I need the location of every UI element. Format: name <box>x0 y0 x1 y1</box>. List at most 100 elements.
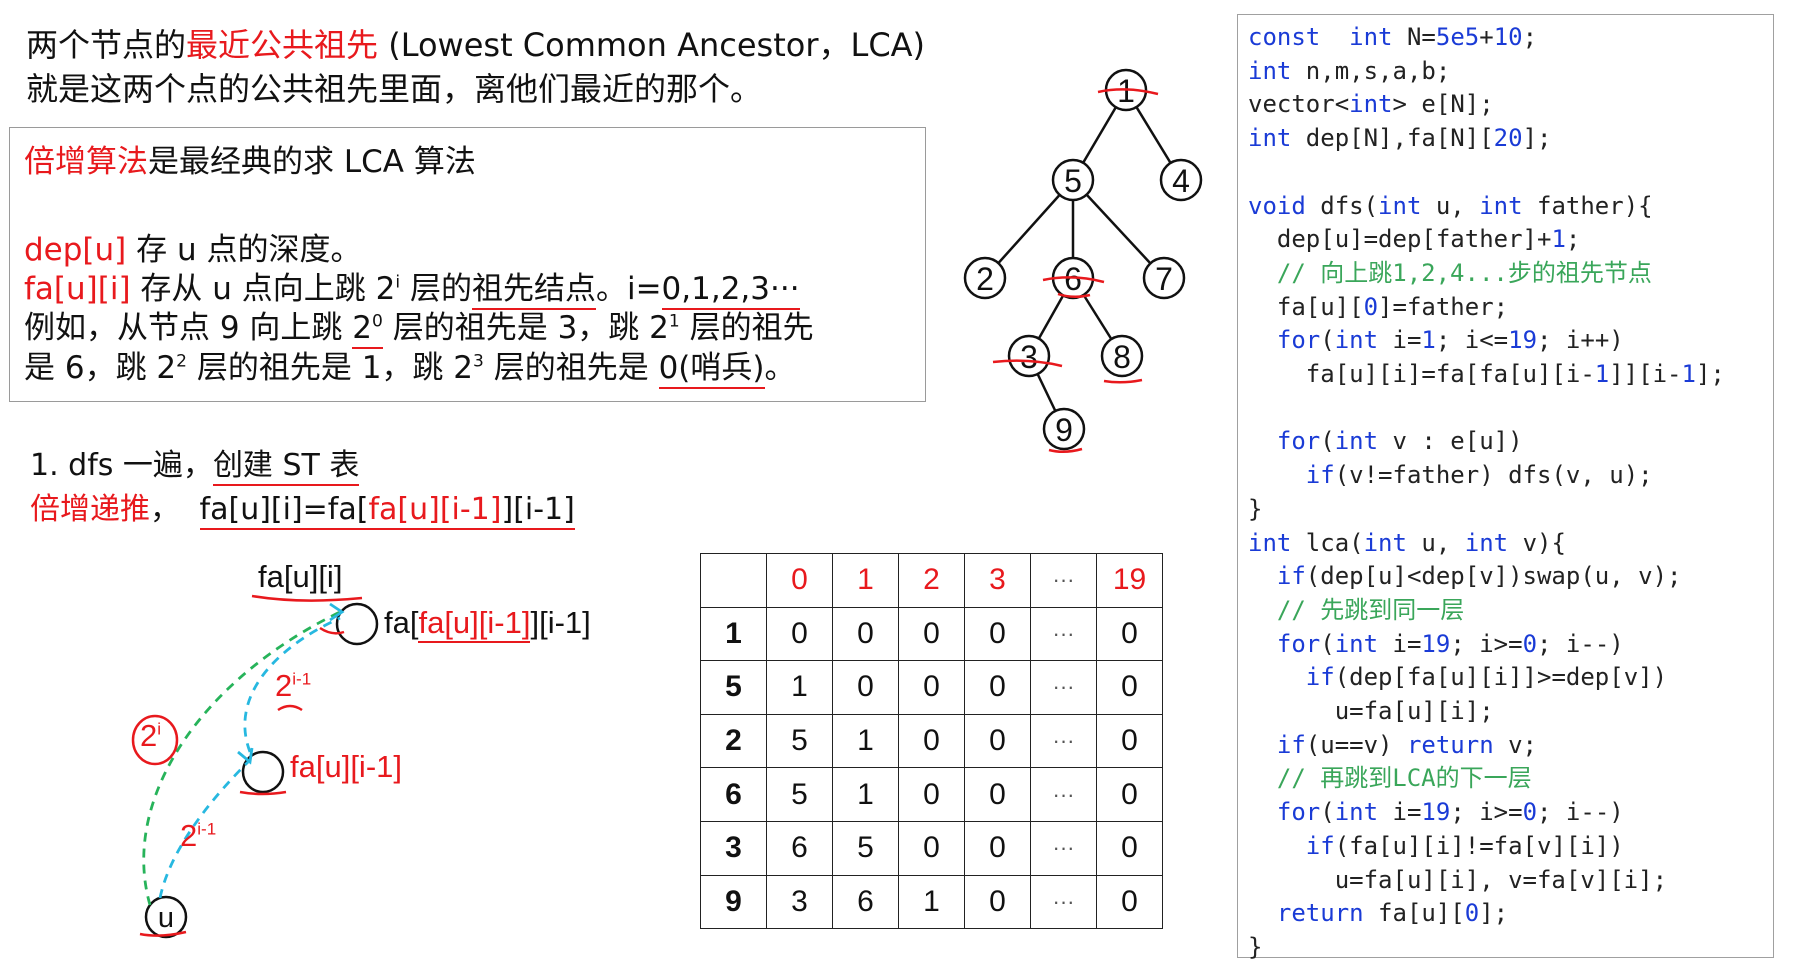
code-line: u=fa[u][i], v=fa[v][i]; <box>1248 864 1773 898</box>
table-row: 2 5 1 0 0 ··· 0 <box>700 713 1163 769</box>
code-token: 19 <box>1421 629 1451 658</box>
code-token: int <box>1334 798 1379 827</box>
code-token: u=fa[u][i]; <box>1248 697 1494 726</box>
code-token: i= <box>1378 629 1422 658</box>
code-token: (dep[u]<dep[v])swap(u, v); <box>1305 562 1682 591</box>
st-table-cell: 0 <box>1096 606 1163 662</box>
mark-mid-label <box>277 704 303 712</box>
st-table-cell: ··· <box>1030 606 1097 662</box>
code-token: v : e[u]) <box>1378 427 1523 456</box>
tree-label-9: 9 <box>1055 412 1073 448</box>
code-token: for <box>1248 427 1321 456</box>
st-table-cell: 0 <box>964 660 1031 715</box>
code-line: vector<int> e[N]; <box>1248 88 1773 122</box>
code-token: ; <box>1565 225 1581 254</box>
code-token: void <box>1248 191 1306 220</box>
code-token: n,m,s,a,b; <box>1291 56 1451 85</box>
tree-label-5: 5 <box>1064 163 1082 199</box>
code-token: dep[u]=dep[father]+ <box>1248 225 1552 254</box>
code-token: if <box>1248 663 1335 692</box>
code-token: ; i--) <box>1537 798 1624 827</box>
code-line: const int N=5e5+10; <box>1248 21 1773 55</box>
code-token: ]][i- <box>1609 360 1682 389</box>
code-token: v; <box>1493 730 1538 759</box>
pow-2i-sup: i <box>157 719 162 739</box>
st-table-cell: 0 <box>898 606 965 662</box>
code-line: int dep[N],fa[N][20]; <box>1248 122 1773 156</box>
code-token: ; i>= <box>1450 629 1523 658</box>
code-line: for(int v : e[u]) <box>1248 425 1773 459</box>
tree-label-3: 3 <box>1020 339 1038 375</box>
code-token: ]; <box>1479 899 1509 928</box>
code-token: if <box>1248 562 1306 591</box>
code-token: } <box>1248 494 1263 523</box>
st-table-cell: 0 <box>1096 874 1163 930</box>
code-token: 1 <box>1681 360 1696 389</box>
code-line: if(dep[u]<dep[v])swap(u, v); <box>1248 560 1773 594</box>
st-table-cell: 3 <box>766 874 833 930</box>
fa-fa-label-a: fa[ <box>384 605 419 640</box>
code-token: v){ <box>1508 528 1566 557</box>
code-token: (v!=father) dfs(v, u); <box>1334 461 1653 490</box>
code-token: } <box>1248 932 1263 961</box>
code-token: > e[N]; <box>1392 90 1494 119</box>
code-token: 0 <box>1522 798 1538 827</box>
code-token: vector< <box>1248 90 1350 119</box>
code-token: for <box>1248 798 1321 827</box>
st-table-cell: 0 <box>964 606 1031 662</box>
code-token: fa[u][i]=fa[fa[u][i- <box>1248 360 1595 389</box>
st-table-cell: 1 <box>898 874 965 930</box>
st-table-cell: ··· <box>1030 820 1097 876</box>
st-table-cell: 1 <box>832 767 899 822</box>
code-line: int lca(int u, int v){ <box>1248 527 1773 561</box>
code-line: for(int i=19; i>=0; i--) <box>1248 796 1773 830</box>
code-token: fa[u][ <box>1248 292 1364 321</box>
st-table-header-cell: 2 <box>898 553 965 608</box>
code-token: (dep[fa[u][i]]>=dep[v]) <box>1334 663 1668 692</box>
code-line: // 再跳到LCA的下一层 <box>1248 762 1773 796</box>
pow-2i1-upper-sup: i-1 <box>292 669 312 689</box>
fa-u-i-1-label: fa[u][i-1] <box>290 749 402 784</box>
st-table-cell: 0 <box>964 820 1031 876</box>
code-line: if(u==v) return v; <box>1248 729 1773 763</box>
pow-2i1-upper-base: 2 <box>275 668 293 703</box>
st-table-cell: 0 <box>1096 820 1163 876</box>
code-panel: const int N=5e5+10; int n,m,s,a,b; vector<… <box>1237 14 1774 961</box>
st-table-cell: 5 <box>832 820 899 876</box>
code-token: // 向上跳1,2,4...步的祖先节点 <box>1248 258 1652 287</box>
tree-label-8: 8 <box>1113 339 1131 375</box>
code-line: fa[u][0]=father; <box>1248 291 1773 325</box>
code-token: 20 <box>1493 124 1523 153</box>
table-row: 1 0 0 0 0 ··· 0 <box>700 606 1163 662</box>
code-line: // 向上跳1,2,4...步的祖先节点 <box>1248 257 1773 291</box>
st-table-cell: 0 <box>964 874 1031 930</box>
code-token: int <box>1334 629 1379 658</box>
table-row: 9 3 6 1 0 ··· 0 <box>700 874 1163 930</box>
pow-2i1-lower-sup: i-1 <box>197 819 217 839</box>
code-token: i= <box>1378 798 1422 827</box>
st-table-row-key: 9 <box>700 874 767 930</box>
code-token: int <box>1349 23 1393 51</box>
st-table-cell: 0 <box>898 767 965 822</box>
code-token: int <box>1464 528 1509 557</box>
st-table-cell: ··· <box>1030 713 1097 769</box>
code-token: ( <box>1320 629 1335 658</box>
st-table-header-cell: 0 <box>766 553 833 608</box>
code-token: 1 <box>1594 360 1610 389</box>
st-table-cell: 0 <box>898 713 965 769</box>
code-token: (fa[u][i]!=fa[v][i]) <box>1334 831 1624 860</box>
mark-node-8-under <box>1103 378 1143 384</box>
code-token: 19 <box>1508 326 1538 355</box>
u-label: u <box>158 902 174 934</box>
st-table-cell: 0 <box>1096 713 1163 769</box>
st-table-header-cell: 3 <box>964 553 1031 608</box>
code-token: int <box>1378 191 1422 220</box>
code-token: int <box>1248 56 1292 85</box>
code-token: for <box>1248 326 1321 355</box>
code-token: if <box>1248 461 1335 490</box>
code-token: + <box>1479 23 1494 51</box>
code-line: void dfs(int u, int father){ <box>1248 190 1773 224</box>
code-line: fa[u][i]=fa[fa[u][i-1]][i-1]; <box>1248 358 1773 392</box>
code-token: ]; <box>1522 124 1552 153</box>
